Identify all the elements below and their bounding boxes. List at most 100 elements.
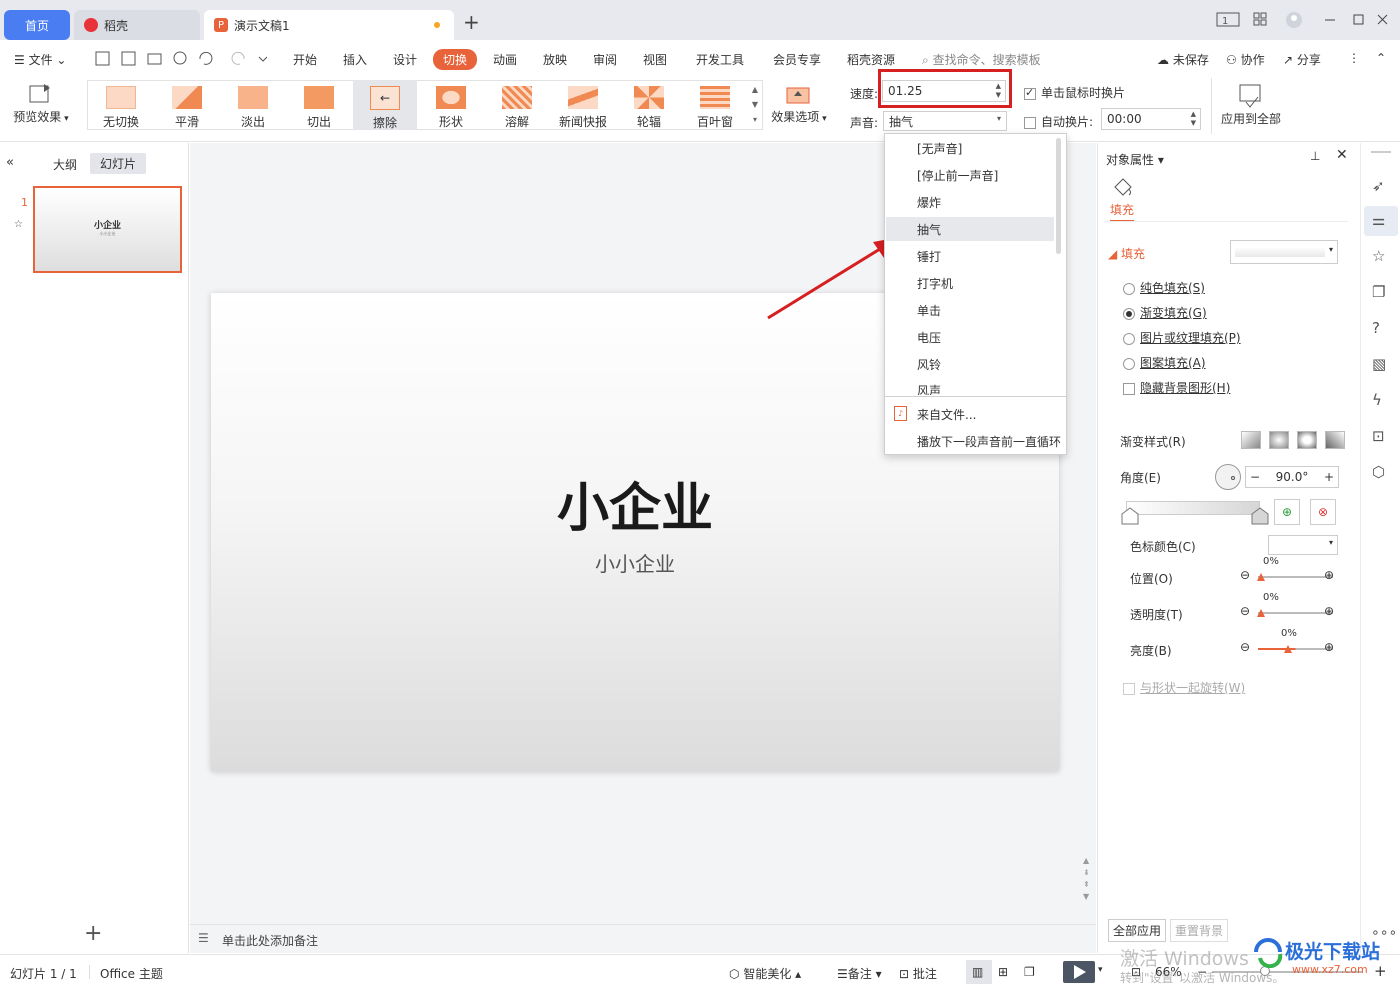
auto-switch-check-icon[interactable] [1024, 116, 1036, 129]
brightness-plus-icon[interactable]: ⊕ [1324, 640, 1334, 654]
position-slider[interactable] [1258, 576, 1333, 578]
sound-option-wind[interactable]: 风声 [886, 377, 1054, 395]
transition-fade[interactable]: 淡出 [220, 80, 286, 130]
slide-thumbnail[interactable]: 小企业 小小企业 [33, 186, 182, 273]
tab-document[interactable]: P 演示文稿1 [204, 10, 454, 40]
copy-slides-icon[interactable]: ❐ [1372, 283, 1385, 301]
help-icon[interactable]: ? [1372, 319, 1380, 337]
image-edit-icon[interactable]: ▧ [1372, 355, 1386, 373]
time-spinner-icon[interactable]: ▲ ▼ [1191, 110, 1196, 128]
more-menu-icon[interactable]: ⋮ [1348, 51, 1360, 65]
collapse-ribbon-icon[interactable]: ⌃ [1376, 51, 1386, 65]
angle-minus-icon[interactable]: − [1250, 470, 1260, 484]
menu-transition[interactable]: 切换 [433, 49, 478, 70]
dropdown-scrollbar[interactable] [1056, 138, 1061, 254]
play-slideshow-button[interactable] [1063, 961, 1095, 983]
menu-member[interactable]: 会员专享 [773, 51, 821, 68]
maximize-icon[interactable] [1353, 14, 1364, 25]
layout-switch-icon[interactable]: 1 [1216, 12, 1240, 27]
cube-icon[interactable]: ⬡ [1372, 463, 1385, 481]
gallery-scroll[interactable]: ▲ ▼ ▾ [749, 82, 761, 128]
sliders-icon[interactable]: ⚌ [1372, 211, 1385, 229]
transition-wipe[interactable]: ← 擦除 [352, 80, 418, 130]
sound-option-stop-previous[interactable]: [停止前一声音] [886, 163, 1054, 187]
comment-button[interactable]: ⊡ 批注 [899, 965, 937, 982]
sound-option-hammer[interactable]: 锤打 [886, 244, 1054, 268]
sorter-view-icon[interactable]: ⊞ [998, 965, 1008, 979]
reset-background-button[interactable]: 重置背景 [1170, 919, 1229, 942]
sound-option-suction[interactable]: 抽气 [886, 217, 1054, 241]
transition-none[interactable]: 无切换 [88, 80, 154, 130]
theme-name[interactable]: Office 主题 [100, 965, 163, 982]
angle-dial-icon[interactable] [1215, 464, 1241, 490]
unsaved-button[interactable]: ☁ 未保存 [1157, 51, 1209, 68]
angle-plus-icon[interactable]: + [1324, 470, 1334, 484]
slide-title[interactable]: 小企业 [211, 466, 1059, 541]
picture-radio-icon[interactable] [1123, 332, 1135, 345]
customize-toolbar-icon[interactable] [258, 56, 268, 62]
normal-view-icon[interactable]: ▥ [972, 965, 983, 979]
collab-button[interactable]: ⚇ 协作 [1226, 51, 1265, 68]
sound-option-typewriter[interactable]: 打字机 [886, 271, 1054, 295]
pin-icon[interactable]: ⊥ [1310, 149, 1320, 163]
stop-color-dropdown-icon[interactable]: ▾ [1329, 538, 1333, 547]
zoom-in-icon[interactable]: + [1374, 962, 1387, 980]
undo-icon[interactable] [199, 51, 213, 65]
menu-animation[interactable]: 动画 [493, 51, 517, 68]
add-slide-button[interactable]: + [84, 921, 102, 946]
brightness-slider[interactable] [1258, 648, 1333, 650]
transparency-slider[interactable] [1258, 612, 1333, 614]
solid-fill-option[interactable]: 纯色填充(S) [1123, 279, 1205, 296]
pattern-radio-icon[interactable] [1123, 357, 1135, 370]
sound-loop-option[interactable]: 播放下一段声音前一直循环 [886, 429, 1066, 453]
sound-select[interactable]: 抽气 ▾ [883, 111, 1007, 131]
gradient-stop-left-icon[interactable] [1120, 506, 1140, 526]
transition-blinds[interactable]: 百叶窗 [682, 80, 748, 130]
tab-outline[interactable]: 大纲 [53, 156, 77, 173]
picture-fill-option[interactable]: 图片或纹理填充(P) [1123, 329, 1241, 346]
gallery-expand-icon[interactable]: ▾ [749, 112, 761, 127]
gallery-up-icon[interactable]: ▲ [749, 82, 761, 97]
tab-fill[interactable]: 填充 [1110, 201, 1135, 222]
redo-icon[interactable] [231, 51, 245, 65]
sound-option-voltage[interactable]: 电压 [886, 325, 1054, 349]
solid-radio-icon[interactable] [1123, 282, 1135, 295]
star-icon[interactable]: ☆ [1372, 247, 1385, 265]
preview-effect-button[interactable]: 预览效果 ▾ [8, 82, 74, 130]
sound-from-file[interactable]: ♪ 来自文件... [886, 402, 1066, 426]
on-click-checkbox[interactable]: 单击鼠标时换片 [1024, 84, 1125, 101]
notes-toggle-button[interactable]: ☰备注 ▾ [837, 965, 882, 982]
sound-option-explosion[interactable]: 爆炸 [886, 190, 1054, 214]
transition-shape[interactable]: 形状 [418, 80, 484, 130]
add-stop-icon[interactable]: ⊕ [1274, 499, 1300, 525]
export-pdf-icon[interactable] [121, 51, 136, 66]
radial-gradient-icon[interactable] [1269, 431, 1289, 449]
menu-file[interactable]: ☰ 文件 ⌄ [14, 51, 66, 68]
play-options-icon[interactable]: ▾ [1098, 965, 1103, 975]
transparency-plus-icon[interactable]: ⊕ [1324, 604, 1334, 618]
transition-wheel[interactable]: 轮辐 [616, 80, 682, 130]
rotate-with-shape-checkbox[interactable]: 与形状一起旋转(W) [1123, 679, 1245, 696]
print-icon[interactable] [147, 53, 162, 65]
close-window-icon[interactable] [1377, 14, 1388, 25]
slide-subtitle[interactable]: 小小企业 [211, 548, 1059, 577]
rotate-check-icon[interactable] [1123, 682, 1135, 695]
share-button[interactable]: ↗ 分享 [1283, 51, 1321, 68]
auto-switch-time-input[interactable]: 00:00 ▲ ▼ [1101, 108, 1201, 130]
transition-cut[interactable]: 切出 [286, 80, 352, 130]
menu-developer[interactable]: 开发工具 [696, 51, 744, 68]
position-slider-thumb[interactable] [1257, 569, 1265, 581]
print-preview-icon[interactable] [173, 51, 187, 65]
menu-design[interactable]: 设计 [393, 51, 417, 68]
smart-beautify-button[interactable]: ⬡ 智能美化 ▴ [729, 965, 801, 982]
notes-placeholder[interactable]: 单击此处添加备注 [222, 932, 318, 949]
on-click-check-icon[interactable] [1024, 86, 1036, 100]
path-gradient-icon[interactable] [1325, 431, 1345, 449]
new-tab-button[interactable]: + [463, 10, 480, 34]
gradient-stop-right-icon[interactable] [1250, 506, 1270, 526]
gradient-stop-bar[interactable] [1126, 501, 1260, 515]
properties-title[interactable]: 对象属性 ▾ [1106, 151, 1164, 168]
menu-view[interactable]: 视图 [643, 51, 667, 68]
sound-option-click[interactable]: 单击 [886, 298, 1054, 322]
menu-review[interactable]: 审阅 [593, 51, 617, 68]
